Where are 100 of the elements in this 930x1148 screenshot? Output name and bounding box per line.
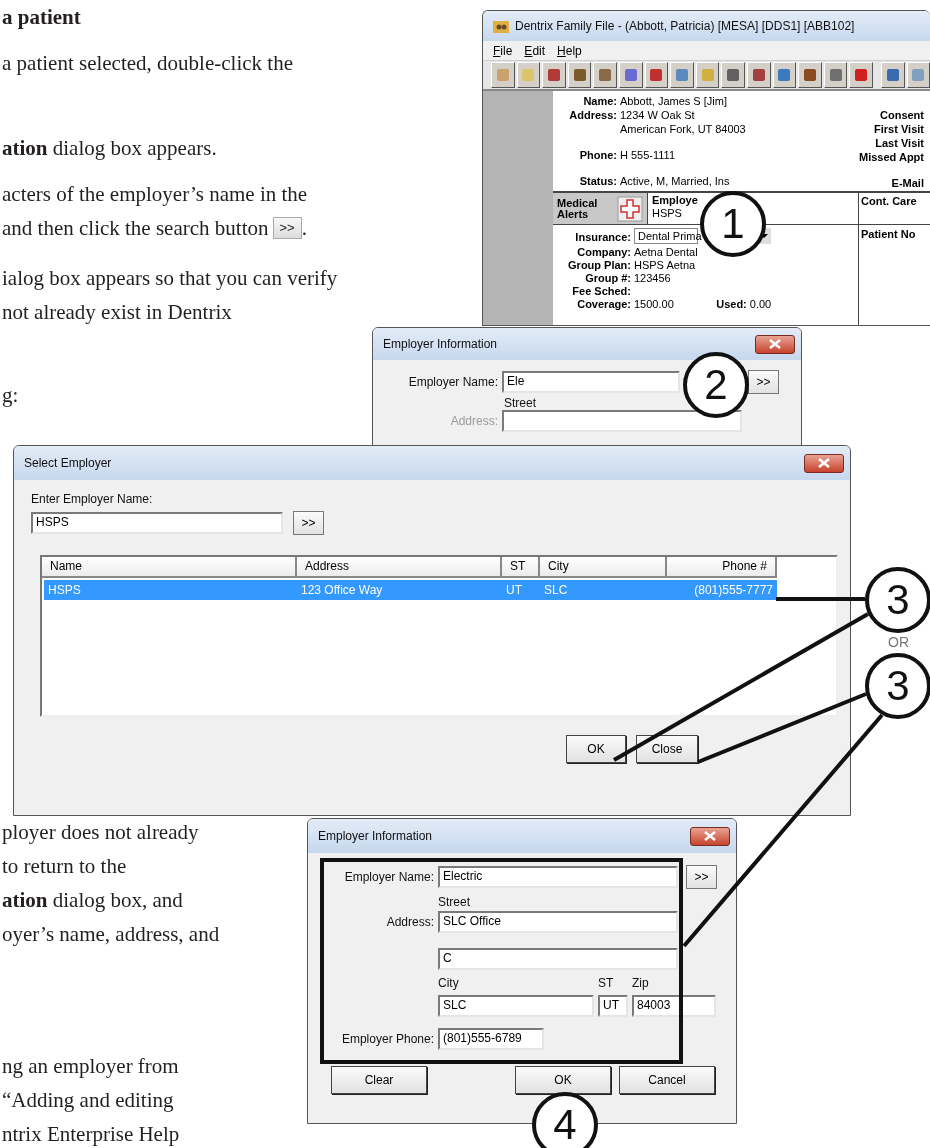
toolbar-button[interactable]: [593, 62, 617, 88]
search-button[interactable]: >>: [686, 865, 717, 889]
close-button[interactable]: [755, 334, 795, 354]
row-cell-text: SLC: [543, 582, 569, 599]
prompt-label: Enter Employer Name:: [31, 492, 154, 506]
dialog-button[interactable]: Close: [636, 735, 698, 763]
search-button[interactable]: >>: [748, 370, 779, 394]
field-value: Abbott, James S [Jim]: [620, 94, 728, 108]
dialog-button[interactable]: OK: [515, 1066, 611, 1094]
toolbar-button[interactable]: [542, 62, 566, 88]
toolbar-button[interactable]: [695, 62, 720, 88]
column-header[interactable]: City: [540, 557, 667, 578]
field-label: Status:: [578, 174, 617, 188]
heading-text: a patient: [2, 4, 81, 31]
address-field[interactable]: [502, 410, 742, 432]
field-value: American Fork, UT 84003: [620, 122, 746, 136]
employer-name-field[interactable]: Electric: [438, 866, 678, 888]
toolbar-button[interactable]: [746, 62, 771, 88]
field-label: Group Plan:: [567, 259, 631, 272]
field-label: Used:: [715, 298, 747, 311]
toolbar-button[interactable]: [491, 62, 515, 88]
toolbar-button[interactable]: [670, 62, 694, 88]
city-field[interactable]: SLC: [438, 995, 594, 1017]
dialog-button[interactable]: OK: [566, 735, 626, 763]
toolbar-icon: [599, 69, 612, 81]
toolbar-button[interactable]: [721, 62, 745, 88]
field-label: Employer Name:: [343, 870, 434, 884]
row-cell-text: UT: [505, 582, 523, 599]
body-text: ployer does not already: [2, 819, 199, 846]
state-field[interactable]: UT: [598, 995, 628, 1017]
body-text: a patient selected, double-click the: [2, 50, 293, 77]
toolbar-button[interactable]: [880, 62, 905, 88]
close-button[interactable]: [804, 453, 844, 473]
employer-value: HSPS: [652, 206, 683, 220]
employer-name-field[interactable]: HSPS: [31, 512, 283, 534]
field-label: Address:: [385, 915, 434, 929]
body-text: oyer’s name, address, and: [2, 921, 220, 948]
column-header[interactable]: Phone #: [667, 557, 777, 578]
street-label: Street: [504, 396, 536, 410]
address-line-field[interactable]: C: [438, 948, 678, 970]
menu-item[interactable]: Help: [557, 43, 582, 58]
toolbar-button[interactable]: [567, 62, 592, 88]
toolbar-button[interactable]: [516, 62, 541, 88]
toolbar-icon: [548, 69, 560, 81]
toolbar-button[interactable]: [772, 62, 797, 88]
column-header[interactable]: Name: [42, 557, 297, 578]
toolbar-button[interactable]: [906, 62, 930, 88]
cross-icon[interactable]: [617, 195, 643, 222]
field-label: Last Visit: [875, 136, 924, 150]
toolbar-icon: [829, 69, 842, 81]
body-text: “Adding and editing: [2, 1087, 174, 1114]
dialog-button[interactable]: Clear: [331, 1066, 427, 1094]
toolbar-icon: [675, 69, 688, 81]
dialog-title: Select Employer: [24, 456, 112, 470]
field-label: Fee Sched:: [571, 285, 631, 298]
toolbar-button[interactable]: [618, 62, 643, 88]
field-value: H 555-1111: [620, 148, 677, 162]
column-header[interactable]: Address: [297, 557, 502, 578]
close-icon: [769, 339, 781, 349]
field-label: First Visit: [874, 122, 924, 136]
menu-item[interactable]: File: [493, 43, 513, 58]
field-label: Name:: [582, 94, 617, 108]
body-text: ntrix Enterprise Help: [2, 1121, 180, 1148]
field-label: Employer Name:: [407, 375, 498, 389]
toolbar-icon: [803, 69, 816, 81]
period-text: .: [301, 216, 307, 240]
zip-field[interactable]: 84003: [632, 995, 716, 1017]
body-text: to return to the: [2, 853, 127, 880]
field-label: Address:: [449, 414, 498, 428]
field-label: Missed Appt: [859, 150, 924, 164]
state-label: ST: [598, 976, 615, 990]
dialog-button[interactable]: Cancel: [619, 1066, 715, 1094]
toolbar-button[interactable]: [798, 62, 822, 88]
field-label: Insurance:: [574, 230, 631, 244]
phone-field[interactable]: (801)555-6789: [438, 1028, 544, 1050]
city-label: City: [438, 976, 460, 990]
toolbar-button[interactable]: [644, 62, 669, 88]
close-icon: [704, 831, 716, 841]
toolbar-icon: [496, 69, 509, 81]
toolbar-icon: [912, 69, 925, 81]
toolbar-icon: [701, 69, 714, 81]
toolbar-button[interactable]: [823, 62, 848, 88]
cont-care-label: Cont. Care: [861, 195, 917, 207]
column-header[interactable]: ST: [502, 557, 540, 578]
dialog-title: Employer Information: [383, 337, 498, 351]
toolbar-button[interactable]: [849, 62, 873, 88]
field-label: Company:: [576, 246, 631, 259]
employer-name-field[interactable]: Ele: [502, 371, 680, 393]
body-text: ation dialog box appears.: [2, 135, 217, 162]
search-button[interactable]: >>: [293, 511, 324, 535]
address-field[interactable]: SLC Office: [438, 911, 678, 933]
field-value: 0.00: [749, 298, 772, 311]
field-label: Consent: [880, 108, 924, 122]
body-text: g:: [2, 382, 19, 409]
menu-item[interactable]: Edit: [524, 43, 546, 58]
body-text: ng an employer from: [2, 1053, 179, 1080]
body-text: ialog box appears so that you can verify: [2, 265, 338, 292]
patient-notes-label: Patient No: [861, 228, 916, 240]
close-button[interactable]: [690, 826, 730, 846]
toolbar-icon: [650, 69, 663, 81]
